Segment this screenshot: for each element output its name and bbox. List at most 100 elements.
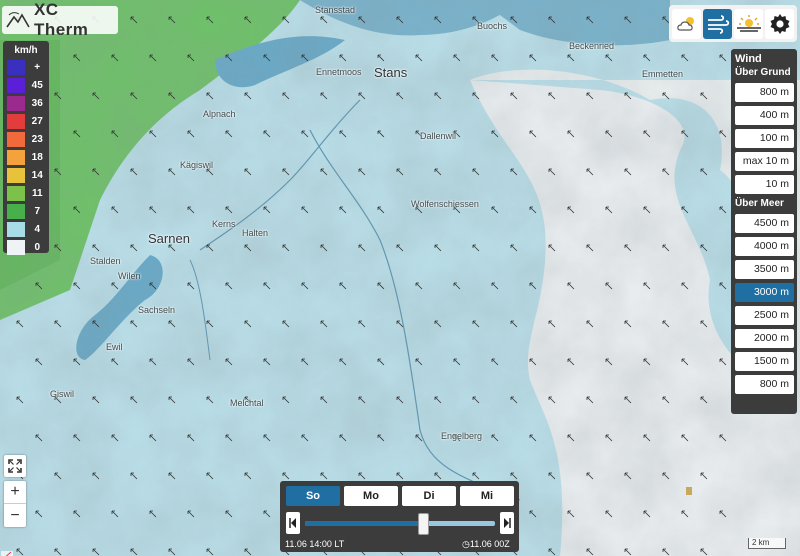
scale-bar: 2 km bbox=[748, 538, 786, 549]
local-time-label: 11.06 14:00 LT bbox=[285, 539, 345, 549]
app-title: XC Therm bbox=[33, 0, 89, 39]
zoom-out-button[interactable]: − bbox=[4, 504, 26, 527]
legend-swatch bbox=[7, 239, 26, 255]
legend-swatch bbox=[7, 131, 26, 147]
legend-row: 11 bbox=[7, 184, 45, 202]
zoom-in-button[interactable]: + bbox=[4, 481, 26, 504]
agl-level-button[interactable]: 100 m bbox=[735, 129, 794, 148]
day-tab[interactable]: Di bbox=[402, 486, 456, 506]
legend-value: 0 bbox=[34, 241, 40, 253]
legend-value: + bbox=[34, 61, 41, 73]
model-run-value: 11.06 00Z bbox=[469, 539, 510, 549]
place-dallenwil: Dallenwil bbox=[420, 131, 457, 141]
place-kerns: Kerns bbox=[212, 219, 236, 229]
skip-back-icon bbox=[289, 518, 296, 528]
legend-row: + bbox=[7, 58, 45, 76]
place-ennetmoos: Ennetmoos bbox=[316, 67, 362, 77]
asl-level-button[interactable]: 800 m bbox=[735, 375, 794, 394]
agl-level-button[interactable]: 10 m bbox=[735, 175, 794, 194]
legend-row: 14 bbox=[7, 166, 45, 184]
fullscreen-button[interactable] bbox=[4, 455, 26, 477]
legend-swatch bbox=[7, 167, 26, 183]
place-emmetten: Emmetten bbox=[642, 69, 684, 79]
legend-row: 36 bbox=[7, 94, 45, 112]
legend-value: 14 bbox=[31, 169, 43, 181]
cloud-sun-icon bbox=[676, 16, 694, 31]
legend-value: 27 bbox=[31, 115, 43, 127]
sun-horizon-icon bbox=[736, 14, 761, 32]
cloud-layer-button[interactable] bbox=[672, 8, 701, 39]
legend-row: 0 bbox=[7, 238, 45, 256]
legend-unit: km/h bbox=[14, 45, 38, 56]
legend-row: 4 bbox=[7, 220, 45, 238]
time-slider-fill bbox=[305, 521, 423, 526]
time-slider-thumb[interactable] bbox=[417, 513, 429, 535]
asl-level-button[interactable]: 2500 m bbox=[735, 306, 794, 325]
clock-icon: ◷ bbox=[462, 539, 470, 549]
asl-level-button[interactable]: 4000 m bbox=[735, 237, 794, 256]
legend-value: 23 bbox=[31, 133, 43, 145]
asl-level-button[interactable]: 2000 m bbox=[735, 329, 794, 348]
legend-row: 18 bbox=[7, 148, 45, 166]
app-logo[interactable]: XC Therm bbox=[2, 0, 118, 39]
legend-swatch bbox=[7, 113, 26, 129]
legend-value: 45 bbox=[31, 79, 43, 91]
settings-button[interactable] bbox=[765, 8, 794, 39]
legend-value: 4 bbox=[34, 223, 40, 235]
place-stans: Stans bbox=[374, 65, 408, 80]
time-slider-track[interactable] bbox=[305, 521, 495, 526]
legend-swatch bbox=[7, 149, 26, 165]
skip-forward-icon bbox=[504, 518, 511, 528]
legend-value: 18 bbox=[31, 151, 43, 163]
legend-swatch bbox=[7, 95, 26, 111]
asl-level-button[interactable]: 4500 m bbox=[735, 214, 794, 233]
thermal-layer-button[interactable] bbox=[734, 8, 763, 39]
legend-value: 36 bbox=[31, 97, 43, 109]
place-giswil: Giswil bbox=[50, 389, 74, 399]
place-buochs: Buochs bbox=[477, 21, 508, 31]
legend-row: 27 bbox=[7, 112, 45, 130]
wind-panel-title: Wind bbox=[735, 53, 762, 65]
place-sachseln: Sachseln bbox=[138, 305, 176, 315]
time-slider-panel: So Mo Di Mi 11.06 14:00 LT ◷11.06 00Z bbox=[280, 481, 519, 552]
asl-level-button[interactable]: 3000 m bbox=[735, 283, 794, 302]
gear-icon bbox=[770, 13, 789, 34]
place-wilen: Wilen bbox=[118, 271, 141, 281]
place-beckenried: Beckenried bbox=[569, 41, 615, 51]
agl-level-button[interactable]: max 10 m bbox=[735, 152, 794, 171]
place-melchtal: Melchtal bbox=[230, 398, 264, 408]
above-sea-heading: Über Meer bbox=[735, 198, 784, 209]
place-sarnen: Sarnen bbox=[148, 231, 190, 246]
agl-level-button[interactable]: 400 m bbox=[735, 106, 794, 125]
place-wolfenschiessen: Wolfenschiessen bbox=[411, 199, 479, 209]
legend-swatch bbox=[7, 77, 26, 93]
attribution-icon[interactable] bbox=[0, 547, 14, 556]
place-kaegiswil: Kägiswil bbox=[180, 160, 214, 170]
legend-swatch bbox=[7, 203, 26, 219]
place-ewil: Ewil bbox=[106, 342, 123, 352]
step-back-button[interactable] bbox=[286, 512, 300, 534]
step-forward-button[interactable] bbox=[500, 512, 514, 534]
above-ground-heading: Über Grund bbox=[735, 67, 791, 78]
agl-level-button[interactable]: 800 m bbox=[735, 83, 794, 102]
day-tab[interactable]: So bbox=[286, 486, 340, 506]
day-tab[interactable]: Mi bbox=[460, 486, 514, 506]
wind-icon bbox=[707, 14, 729, 34]
legend-swatch bbox=[7, 185, 26, 201]
legend-row: 45 bbox=[7, 76, 45, 94]
zoom-controls: + − bbox=[4, 481, 26, 527]
mountain-logo-icon bbox=[6, 12, 30, 28]
place-halten: Halten bbox=[242, 228, 269, 238]
asl-level-button[interactable]: 3500 m bbox=[735, 260, 794, 279]
place-engelberg: Engelberg bbox=[441, 431, 483, 441]
wind-layer-button[interactable] bbox=[703, 8, 732, 39]
place-stansstad: Stansstad bbox=[315, 5, 356, 15]
legend-value: 7 bbox=[34, 205, 40, 217]
legend-swatch bbox=[7, 221, 26, 237]
place-stalden: Stalden bbox=[90, 256, 121, 266]
legend-value: 11 bbox=[31, 187, 43, 199]
place-alpnach: Alpnach bbox=[203, 109, 236, 119]
asl-level-button[interactable]: 1500 m bbox=[735, 352, 794, 371]
day-tab[interactable]: Mo bbox=[344, 486, 398, 506]
wind-speed-legend: km/h +45 36 27 23 18 14 11 7 4 0 bbox=[3, 41, 49, 256]
